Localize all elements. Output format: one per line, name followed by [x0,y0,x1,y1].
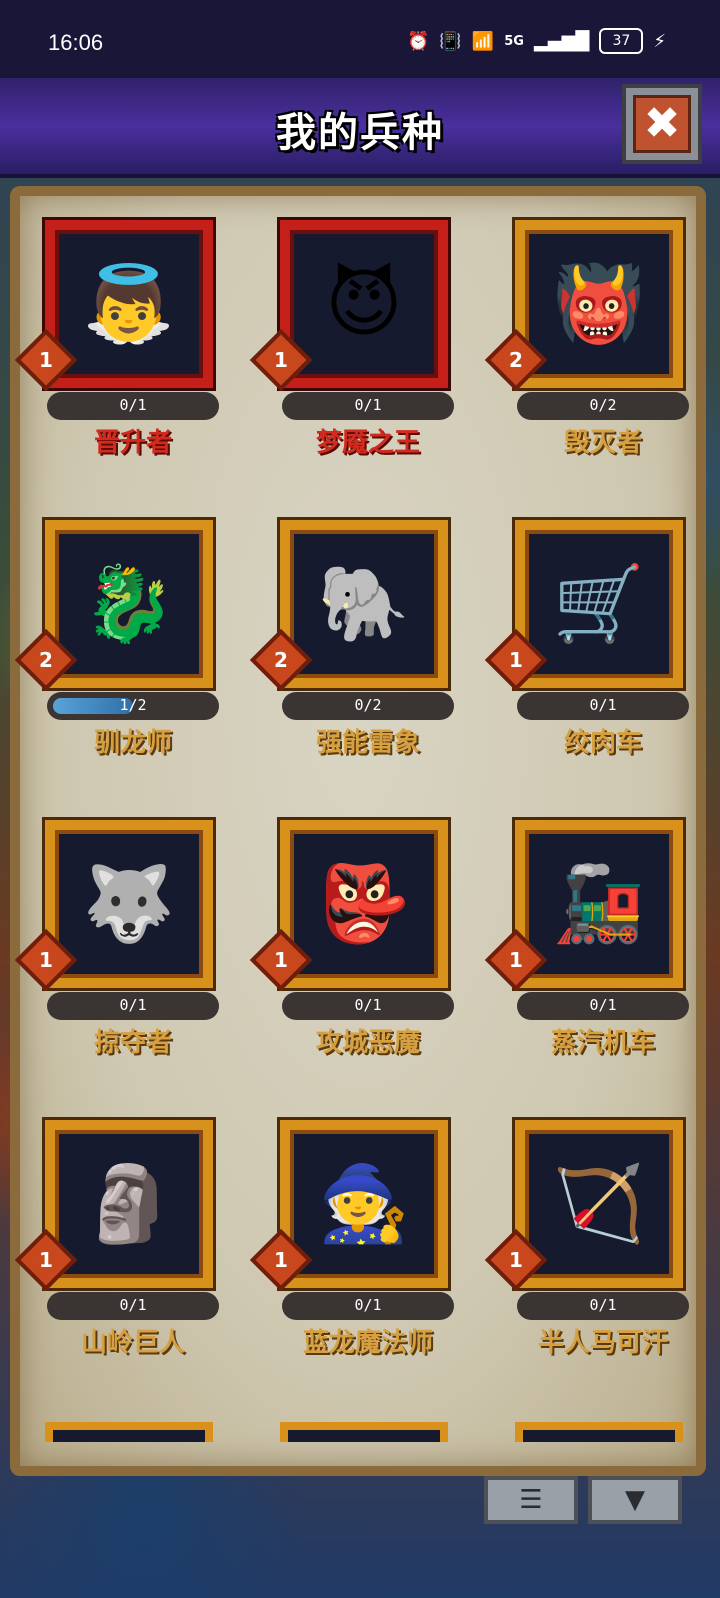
level-badge-number: 2 [39,648,53,672]
unit-card[interactable]: 🛒 1 0/1 绞肉车 [484,520,689,780]
status-bar: 16:06 ⏰ 📳 📶 5G ▂▄▆█ 37 ⚡ [0,0,720,78]
unit-portrait: 🧙 [317,1160,411,1247]
unit-portrait: 🐘 [317,560,411,647]
progress-text: 0/1 [119,396,147,414]
level-badge-number: 1 [509,648,523,672]
battery-icon: 37 [599,28,644,54]
unit-card-partial[interactable] [45,1422,213,1442]
unit-card[interactable]: 👺 1 0/1 攻城恶魔 [249,820,454,1080]
filter-button[interactable]: ▼ [588,1476,682,1524]
level-badge-number: 1 [509,948,523,972]
unit-name: 山岭巨人 [80,1328,185,1358]
unit-portrait: 😈 [325,261,403,347]
unit-portrait: 🐺 [82,860,176,947]
close-icon: ✖ [633,95,691,153]
vibrate-icon: 📳 [439,30,462,52]
battery-level: 37 [612,33,631,49]
progress-text: 0/1 [119,1296,147,1314]
unit-progress-bar: 0/2 [517,392,689,420]
unit-name: 蓝龙魔法师 [302,1328,433,1358]
progress-text: 0/1 [354,396,382,414]
alarm-icon: ⏰ [407,30,430,52]
unit-portrait: 🐉 [82,560,176,647]
progress-text: 1/2 [119,696,147,714]
unit-name: 蒸汽机车 [550,1028,655,1058]
close-button[interactable]: ✖ [622,84,702,164]
title-bar: 我的兵种 [0,78,720,178]
progress-text: 0/1 [354,996,382,1014]
wifi-icon: 📶 [471,30,495,52]
progress-text: 0/1 [589,696,617,714]
unit-progress-bar: 1/2 [47,692,219,720]
unit-card-partial[interactable] [280,1422,448,1442]
unit-name: 半人马可汗 [537,1328,668,1358]
signal-icon: ▂▄▆█ [533,30,590,52]
unit-name: 绞肉车 [563,728,642,758]
unit-card[interactable]: 👹 2 0/2 毁灭者 [484,220,689,480]
unit-portrait: 👼 [82,260,176,347]
unit-card[interactable]: 🐘 2 0/2 强能雷象 [249,520,454,780]
level-badge-number: 1 [39,348,53,372]
unit-name: 掠夺者 [93,1028,172,1058]
unit-portrait: 👹 [552,260,646,347]
unit-card[interactable]: 🚂 1 0/1 蒸汽机车 [484,820,689,1080]
unit-name: 强能雷象 [315,728,420,758]
unit-card[interactable]: 😈 1 0/1 梦魇之王 [249,220,454,480]
progress-text: 0/1 [589,996,617,1014]
progress-text: 0/1 [119,996,147,1014]
charging-icon: ⚡ [653,30,666,52]
progress-text: 0/1 [354,1296,382,1314]
unit-name: 晋升者 [93,428,172,458]
unit-portrait: 🏹 [552,1160,646,1247]
unit-card[interactable]: 🧙 1 0/1 蓝龙魔法师 [249,1120,454,1380]
level-badge-number: 1 [274,1248,288,1272]
unit-card-partial[interactable] [515,1422,683,1442]
unit-progress-bar: 0/1 [282,1292,454,1320]
unit-name: 梦魇之王 [315,428,420,458]
level-badge-number: 1 [274,348,288,372]
filter-icon: ▼ [625,1485,645,1515]
progress-text: 0/2 [354,696,382,714]
unit-card[interactable]: 🏹 1 0/1 半人马可汗 [484,1120,689,1380]
unit-progress-bar: 0/1 [517,692,689,720]
page-title: 我的兵种 [276,110,444,156]
unit-portrait: 👺 [317,860,411,947]
level-badge-number: 1 [39,948,53,972]
unit-portrait: 🗿 [82,1160,176,1247]
progress-text: 0/1 [589,1296,617,1314]
level-badge-number: 2 [509,348,523,372]
unit-card[interactable]: 🐺 1 0/1 掠夺者 [14,820,219,1080]
list-icon: ☰ [519,1485,543,1515]
unit-progress-bar: 0/1 [282,392,454,420]
level-badge-number: 1 [509,1248,523,1272]
unit-card[interactable]: 🗿 1 0/1 山岭巨人 [14,1120,219,1380]
unit-progress-bar: 0/1 [47,392,219,420]
unit-name: 攻城恶魔 [315,1028,420,1058]
unit-card[interactable]: 👼 1 0/1 晋升者 [14,220,219,480]
unit-progress-bar: 0/1 [282,992,454,1020]
progress-text: 0/2 [589,396,617,414]
unit-portrait: 🚂 [552,860,646,947]
unit-name: 驯龙师 [93,728,172,758]
network-label: 5G [504,33,524,49]
unit-collection-panel: 👼 1 0/1 晋升者 😈 1 0/1 梦魇之王 👹 2 0/2 毁灭者 🐉 2 1/2 驯龙师 🐘 2 0/2 强能… [10,186,706,1476]
unit-name: 毁灭者 [563,428,642,458]
status-time: 16:06 [48,30,104,55]
status-icons: ⏰ 📳 📶 5G ▂▄▆█ 37 ⚡ [407,28,666,54]
level-badge-number: 1 [274,948,288,972]
level-badge-number: 2 [274,648,288,672]
unit-progress-bar: 0/2 [282,692,454,720]
level-badge-number: 1 [39,1248,53,1272]
unit-progress-bar: 0/1 [47,1292,219,1320]
unit-progress-bar: 0/1 [517,1292,689,1320]
unit-card[interactable]: 🐉 2 1/2 驯龙师 [14,520,219,780]
unit-portrait: 🛒 [552,560,646,647]
unit-progress-bar: 0/1 [47,992,219,1020]
list-view-button[interactable]: ☰ [484,1476,578,1524]
unit-progress-bar: 0/1 [517,992,689,1020]
